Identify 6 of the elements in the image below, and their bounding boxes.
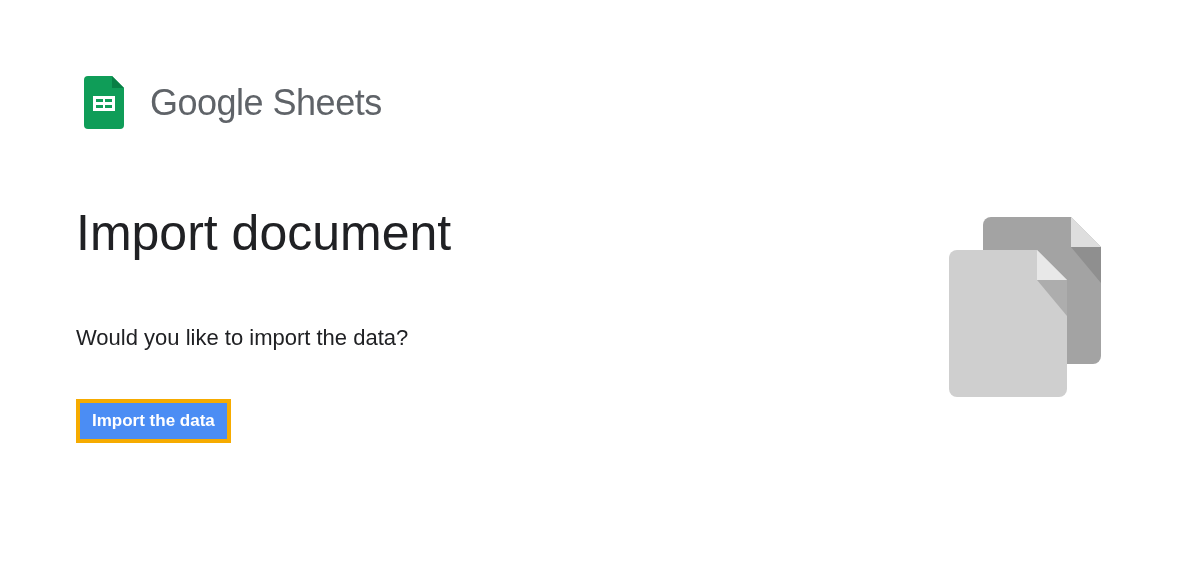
documents-icon <box>949 217 1101 397</box>
page-heading: Import document <box>76 204 452 263</box>
import-button[interactable]: Import the data <box>76 399 231 443</box>
brand-name: Google Sheets <box>150 81 382 124</box>
import-prompt: Would you like to import the data? <box>76 325 409 351</box>
sheets-logo-icon <box>84 76 124 129</box>
